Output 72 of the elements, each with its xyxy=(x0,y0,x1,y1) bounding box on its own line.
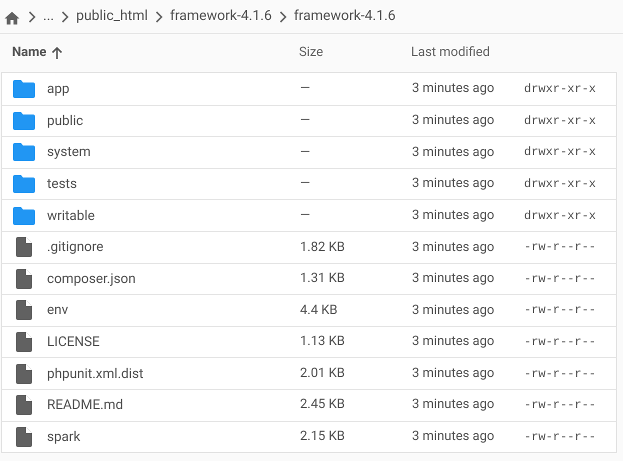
modified-time: 3 minutes ago xyxy=(412,113,494,128)
file-icon xyxy=(16,426,32,447)
folder-icon xyxy=(12,112,34,130)
chevron-right-icon xyxy=(154,10,163,22)
file-size: 4.4 KB xyxy=(300,302,338,318)
breadcrumb-link[interactable]: ... xyxy=(43,6,54,27)
file-icon xyxy=(16,237,32,258)
file-name[interactable]: spark xyxy=(47,428,80,445)
modified-time: 3 minutes ago xyxy=(412,176,494,192)
file-icon xyxy=(16,364,32,384)
modified-time: 3 minutes ago xyxy=(412,366,494,381)
folder-icon xyxy=(12,206,34,225)
permissions: -rw-r--r-- xyxy=(524,303,596,318)
file-size: — xyxy=(300,113,310,128)
chevron-right-icon xyxy=(61,10,70,22)
file-name[interactable]: phpunit.xml.dist xyxy=(47,366,144,382)
breadcrumb-link[interactable]: framework-4.1.6 xyxy=(170,6,272,27)
column-header[interactable]: Last modified xyxy=(411,43,490,63)
file-icon xyxy=(16,268,32,289)
file-name[interactable]: system xyxy=(47,144,91,160)
permissions: -rw-r--r-- xyxy=(524,366,596,381)
permissions: -rw-r--r-- xyxy=(524,430,596,444)
file-size: 1.82 KB xyxy=(300,240,345,255)
modified-time: 3 minutes ago xyxy=(412,271,494,286)
modified-time: 3 minutes ago xyxy=(412,208,494,223)
file-icon xyxy=(16,332,32,352)
modified-time: 3 minutes ago xyxy=(412,429,494,444)
file-name[interactable]: writable xyxy=(47,208,95,224)
file-size: 2.45 KB xyxy=(300,397,345,412)
modified-time: 3 minutes ago xyxy=(412,302,494,318)
file-name[interactable]: composer.json xyxy=(47,270,136,287)
modified-time: 3 minutes ago xyxy=(412,144,494,160)
file-icon xyxy=(16,395,32,416)
file-size: — xyxy=(300,81,310,96)
file-icon xyxy=(16,300,32,320)
permissions: -rw-r--r-- xyxy=(524,240,596,254)
modified-time: 3 minutes ago xyxy=(412,81,494,96)
permissions: -rw-r--r-- xyxy=(524,335,596,350)
file-name[interactable]: public xyxy=(47,112,84,129)
permissions: -rw-r--r-- xyxy=(524,272,596,286)
file-size: — xyxy=(300,176,310,192)
permissions: drwxr-xr-x xyxy=(524,114,596,128)
file-size: — xyxy=(300,144,310,160)
permissions: -rw-r--r-- xyxy=(524,398,596,412)
folder-icon xyxy=(12,143,34,162)
modified-time: 3 minutes ago xyxy=(412,397,494,412)
file-size: 1.13 KB xyxy=(300,334,345,350)
modified-time: 3 minutes ago xyxy=(412,240,494,255)
file-size: 2.15 KB xyxy=(300,429,345,444)
column-header[interactable]: Name xyxy=(12,43,46,63)
column-header[interactable]: Size xyxy=(299,43,324,63)
breadcrumb-link[interactable]: public_html xyxy=(76,6,148,27)
folder-icon xyxy=(12,80,34,98)
file-size: — xyxy=(300,208,310,223)
chevron-right-icon xyxy=(28,10,36,22)
chevron-right-icon xyxy=(278,10,287,22)
file-name[interactable]: tests xyxy=(47,176,77,192)
file-name[interactable]: README.md xyxy=(47,397,124,414)
file-name[interactable]: .gitignore xyxy=(47,239,104,256)
modified-time: 3 minutes ago xyxy=(412,334,494,350)
permissions: drwxr-xr-x xyxy=(524,177,596,192)
sort-arrow-icon[interactable] xyxy=(51,46,64,60)
permissions: drwxr-xr-x xyxy=(524,208,596,223)
file-name[interactable]: LICENSE xyxy=(47,334,100,350)
file-size: 2.01 KB xyxy=(300,366,345,381)
breadcrumb-link[interactable]: framework-4.1.6 xyxy=(294,6,396,27)
file-size: 1.31 KB xyxy=(300,271,345,286)
file-name[interactable]: env xyxy=(47,302,68,318)
permissions: drwxr-xr-x xyxy=(524,82,596,96)
file-name[interactable]: app xyxy=(47,80,70,97)
permissions: drwxr-xr-x xyxy=(524,145,596,160)
folder-icon xyxy=(12,175,34,194)
